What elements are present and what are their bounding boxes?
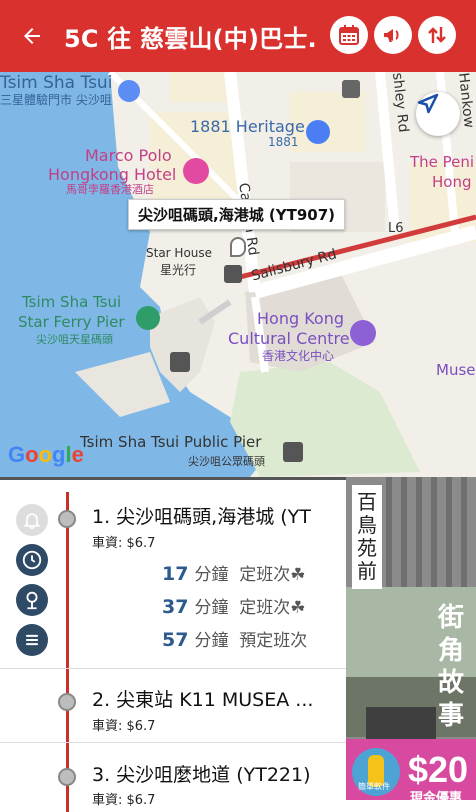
menu-icon <box>26 634 38 646</box>
stop-fare: 車資: $6.7 <box>92 793 156 808</box>
eta-row: 17 分鐘 定班次☘ <box>162 560 306 585</box>
eta-note: 定班次☘ <box>239 598 306 618</box>
ad-price: $20 <box>408 749 469 790</box>
eta-minutes: 57 <box>162 629 189 651</box>
music-venue-pin-icon[interactable] <box>350 320 376 346</box>
route-title: 5C 往 慈雲山(中)巴士... <box>64 24 316 53</box>
eta-unit: 分鐘 <box>194 565 229 585</box>
ad-promo-text: 現金優惠 <box>410 791 463 800</box>
stop-callout[interactable]: 尖沙咀碼頭,海港城 (YT907) <box>128 199 346 230</box>
ad-banner[interactable]: 百鳥苑前 街角故事 $20 現金優惠 簡單軟件 <box>346 477 476 800</box>
map-label-public-pier-zh: 尖沙咀公眾碼頭 <box>188 455 265 468</box>
announcement-button[interactable] <box>374 16 412 54</box>
ad-vertical-text-2: 街角故事 <box>437 603 464 731</box>
map-label-public-pier-en: Tsim Sha Tsui Public Pier <box>80 433 262 451</box>
route-line <box>66 492 69 812</box>
eta-minutes: 37 <box>162 596 189 618</box>
eta-unit: 分鐘 <box>194 598 229 618</box>
divider <box>0 668 346 669</box>
swap-direction-icon <box>428 27 446 43</box>
ad-vertical-text-1: 百鳥苑前 <box>352 485 382 589</box>
eta-unit: 分鐘 <box>194 631 229 651</box>
map-label-marco-1: Marco Polo <box>85 146 172 165</box>
map-label-culture-1: Hong Kong <box>257 309 344 328</box>
swap-direction-button[interactable] <box>418 16 456 54</box>
bus-stop-marker-icon[interactable] <box>224 265 242 283</box>
route-map[interactable]: Tsim Sha Tsui 三星體驗門市 尖沙咀 1881 Heritage 1… <box>0 72 476 477</box>
back-arrow-icon <box>24 28 40 44</box>
map-label-culture-zh: 香港文化中心 <box>262 349 335 363</box>
stop-name[interactable]: 2. 尖東站 K11 MUSEA ... <box>92 685 332 712</box>
google-logo: Google <box>8 442 84 467</box>
stop-name[interactable]: 3. 尖沙咀麼地道 (YT221) <box>92 760 332 787</box>
ad-badge: 簡單軟件 <box>358 782 390 791</box>
divider <box>0 742 346 743</box>
back-button[interactable] <box>0 0 64 72</box>
map-label-1881-zh: 1881 <box>268 135 299 149</box>
clock-icon <box>22 550 42 570</box>
map-label-peninsula-2: Hong <box>432 173 472 191</box>
eta-minutes: 17 <box>162 563 189 585</box>
stop-fare: 車資: $6.7 <box>92 536 156 551</box>
map-label-ferry-zh: 尖沙咀天星碼頭 <box>36 333 113 346</box>
stop-fare: 車資: $6.7 <box>92 719 156 734</box>
map-label-ferry-1: Tsim Sha Tsui <box>22 293 122 311</box>
eta-note: 定班次☘ <box>239 565 306 585</box>
map-label-ferry-2: Star Ferry Pier <box>18 313 125 331</box>
map-pin-icon <box>26 591 38 610</box>
map-label-tst: Tsim Sha Tsui <box>0 73 113 93</box>
map-label-marco-2: Hongkong Hotel <box>48 165 177 184</box>
stop-dot <box>58 510 76 528</box>
shopping-pin-icon[interactable] <box>118 80 140 102</box>
calendar-button[interactable] <box>330 16 368 54</box>
map-label-1881-en: 1881 Heritage <box>190 117 305 136</box>
map-pin-button[interactable] <box>16 584 48 616</box>
heritage-pin-icon[interactable] <box>306 120 330 144</box>
map-label-museum: 三星體驗門市 尖沙咀 <box>0 93 112 107</box>
schedule-button[interactable] <box>16 544 48 576</box>
bell-icon <box>23 513 41 530</box>
ferry-pin-icon[interactable] <box>136 306 160 330</box>
stop-dot <box>58 768 76 786</box>
map-label-star-house-zh: 星光行 <box>160 263 197 277</box>
bus-stop-icon[interactable] <box>342 80 360 98</box>
map-label-l6: L6 <box>388 221 404 236</box>
hotel-pin-icon[interactable] <box>183 158 209 184</box>
ferry-terminal-icon[interactable] <box>170 352 190 372</box>
megaphone-icon <box>384 29 399 42</box>
map-label-culture-2: Cultural Centre <box>228 329 350 348</box>
public-pier-icon[interactable] <box>283 442 303 462</box>
stop-dot <box>58 693 76 711</box>
eta-row: 57 分鐘 預定班次 <box>162 626 307 651</box>
notify-button[interactable] <box>16 504 48 536</box>
calendar-icon <box>339 25 359 45</box>
navigation-arrow-icon <box>417 93 439 114</box>
map-label-muse: Muse <box>436 361 476 379</box>
eta-row: 37 分鐘 定班次☘ <box>162 593 306 618</box>
eta-note: 預定班次 <box>239 631 308 651</box>
more-menu-button[interactable] <box>16 624 48 656</box>
map-label-marco-zh: 馬哥孛羅香港酒店 <box>66 183 154 196</box>
app-header: 5C 往 慈雲山(中)巴士... <box>0 0 476 72</box>
stop-list[interactable]: 1. 尖沙咀碼頭,海港城 (YT 車資: $6.7 17 分鐘 定班次☘ 37 分鐘… <box>0 477 346 812</box>
stop-name[interactable]: 1. 尖沙咀碼頭,海港城 (YT <box>92 502 332 529</box>
map-label-star-house-en: Star House <box>146 246 213 260</box>
my-location-button[interactable] <box>416 92 460 136</box>
map-label-peninsula-1: The Peni <box>410 153 475 171</box>
